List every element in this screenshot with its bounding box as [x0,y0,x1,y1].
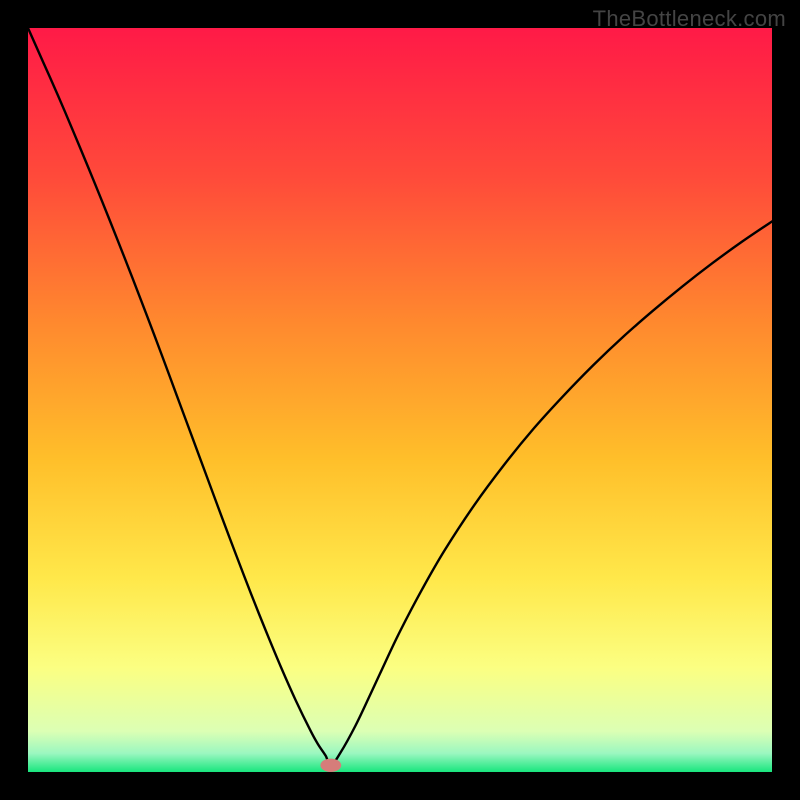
background-gradient [28,28,772,772]
chart-container: TheBottleneck.com [0,0,800,800]
plot-area [28,28,772,772]
minimum-marker [320,759,341,772]
chart-svg [28,28,772,772]
